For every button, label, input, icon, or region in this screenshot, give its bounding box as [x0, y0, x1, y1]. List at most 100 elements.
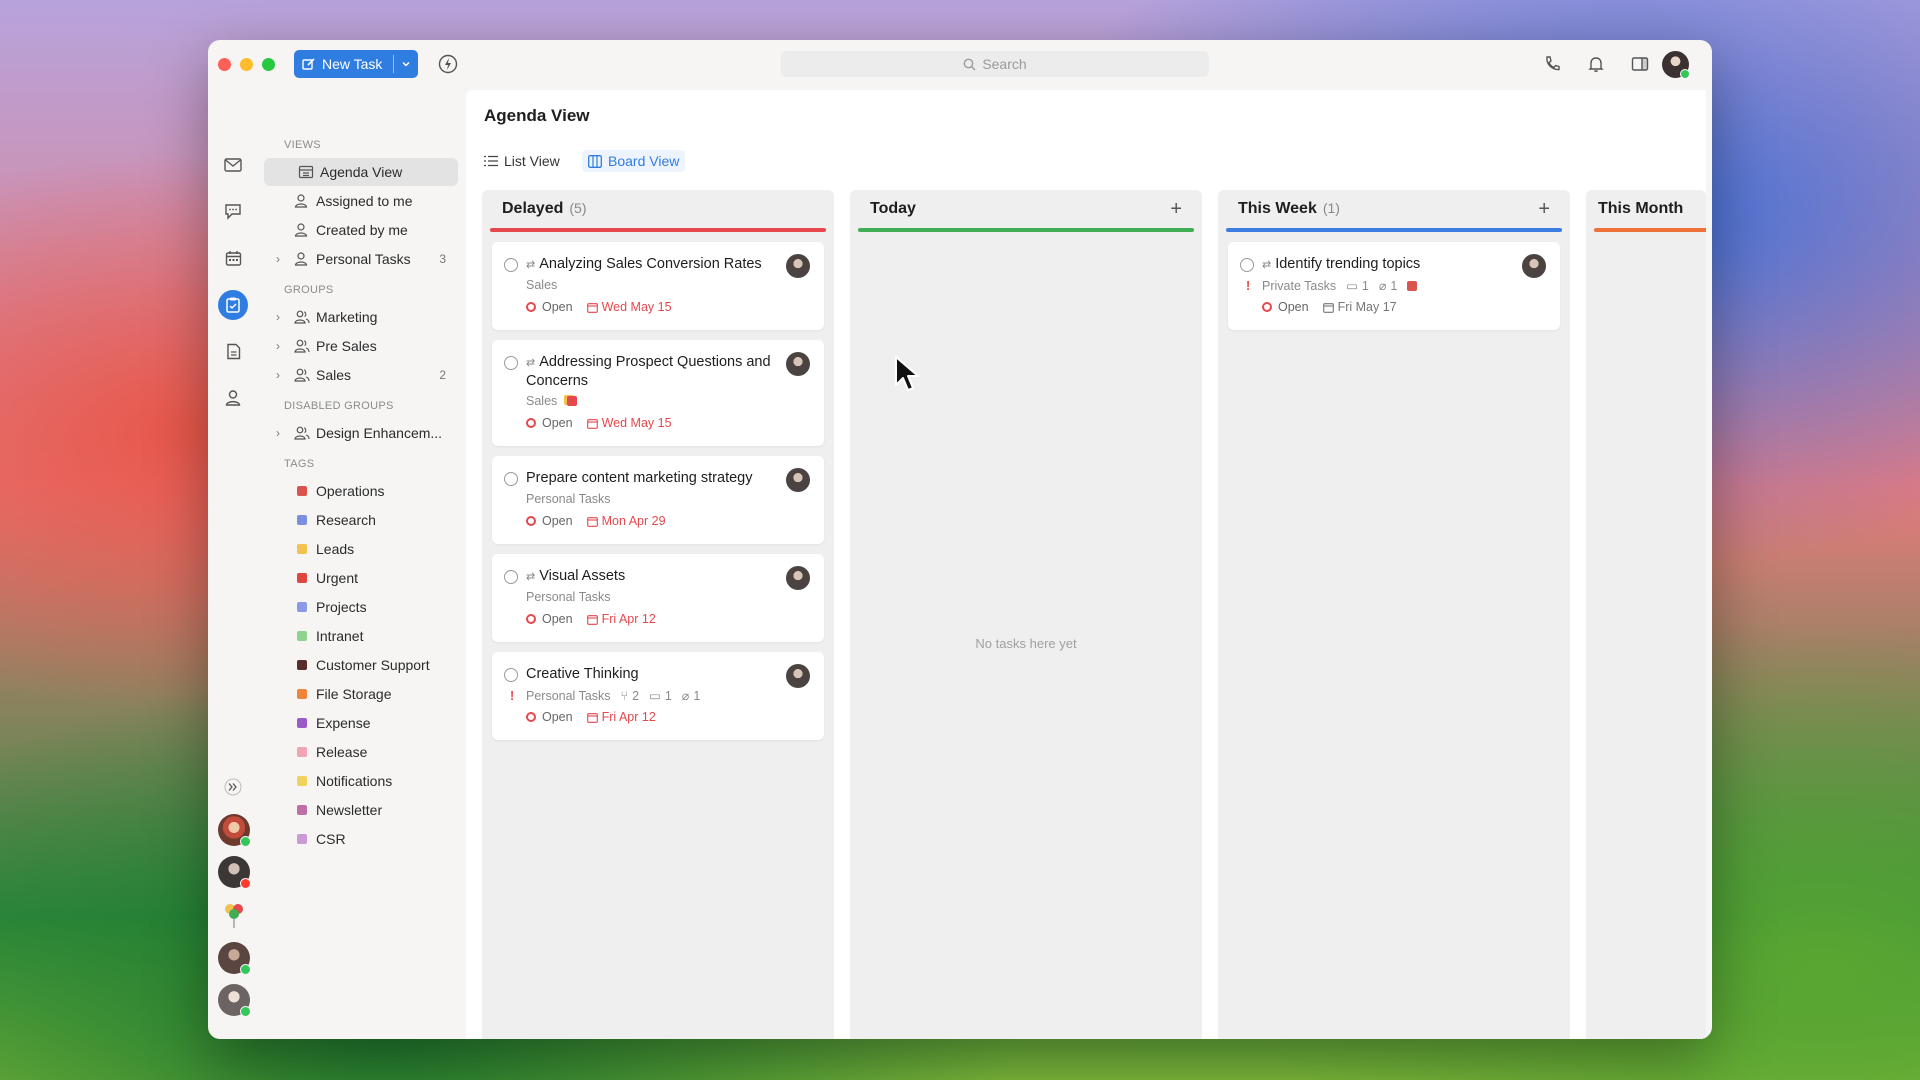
complete-checkbox[interactable] — [504, 472, 518, 486]
complete-checkbox[interactable] — [504, 356, 518, 370]
sidebar-item-tag[interactable]: Expense — [260, 709, 454, 737]
sidebar-item-tag[interactable]: Notifications — [260, 767, 454, 795]
expand-icon[interactable] — [222, 776, 244, 798]
quick-actions-icon[interactable] — [438, 54, 458, 74]
task-card[interactable]: ⇄ Addressing Prospect Questions and Conce… — [492, 340, 824, 446]
contacts-icon[interactable] — [222, 386, 244, 408]
sidebar-item-tag[interactable]: Leads — [260, 535, 454, 563]
tag-label: Notifications — [316, 773, 393, 789]
sidebar-item-personal-tasks[interactable]: › Personal Tasks 3 — [260, 245, 454, 273]
group-avatar[interactable] — [218, 899, 250, 931]
contact-avatar[interactable] — [218, 984, 251, 1017]
phone-icon[interactable] — [1542, 54, 1562, 74]
chevron-right-icon[interactable]: › — [276, 310, 280, 324]
agenda-icon — [298, 165, 314, 179]
sidebar-item-design-enhancements[interactable]: › Design Enhancem... — [260, 419, 454, 447]
due-date[interactable]: Fri May 17 — [1322, 300, 1397, 314]
status-badge[interactable]: Open — [1262, 300, 1309, 314]
add-task-icon[interactable]: + — [1538, 198, 1550, 221]
calendar-icon[interactable] — [222, 247, 244, 269]
sidebar-item-marketing[interactable]: › Marketing — [260, 303, 454, 331]
sidebar-item-tag[interactable]: Urgent — [260, 564, 454, 592]
user-avatar[interactable] — [1662, 51, 1690, 79]
status-badge[interactable]: Open — [526, 612, 573, 626]
title-bar: New Task Search — [208, 40, 1712, 90]
tag-color-swatch — [297, 834, 307, 844]
add-task-icon[interactable]: + — [1170, 198, 1182, 221]
tag-color-swatch — [297, 515, 307, 525]
status-badge[interactable]: Open — [526, 710, 573, 724]
app-rail — [208, 90, 260, 1039]
sidebar-item-tag[interactable]: Customer Support — [260, 651, 454, 679]
task-card[interactable]: ⇄ Identify trending topics ! Private Task… — [1228, 242, 1560, 330]
sidebar-item-agenda-view[interactable]: Agenda View — [264, 158, 458, 186]
open-status-icon — [526, 712, 536, 722]
due-date[interactable]: Fri Apr 12 — [586, 710, 656, 724]
close-window-button[interactable] — [218, 58, 231, 71]
tab-list-view[interactable]: List View — [478, 150, 566, 172]
assignee-avatar[interactable] — [786, 352, 810, 376]
column-count: (5) — [569, 200, 587, 216]
group-icon — [294, 310, 310, 324]
tasks-icon[interactable] — [218, 290, 248, 320]
search-input[interactable]: Search — [781, 51, 1209, 77]
disabled-groups-section-title: DISABLED GROUPS — [284, 400, 394, 412]
assignee-avatar[interactable] — [786, 468, 810, 492]
sidebar-item-tag[interactable]: Intranet — [260, 622, 454, 650]
sidebar-item-pre-sales[interactable]: › Pre Sales — [260, 332, 454, 360]
due-date[interactable]: Wed May 15 — [586, 416, 672, 430]
new-task-dropdown[interactable] — [394, 59, 418, 69]
tab-board-view[interactable]: Board View — [582, 150, 686, 172]
board-icon — [588, 154, 602, 168]
contact-avatar[interactable] — [218, 814, 251, 847]
zoom-window-button[interactable] — [262, 58, 275, 71]
complete-checkbox[interactable] — [504, 668, 518, 682]
assignee-avatar[interactable] — [786, 566, 810, 590]
due-date[interactable]: Mon Apr 29 — [586, 514, 666, 528]
chevron-right-icon[interactable]: › — [276, 426, 280, 440]
task-card[interactable]: Prepare content marketing strategy Perso… — [492, 456, 824, 544]
comments-count: ▭ 1 — [1346, 278, 1369, 294]
status-badge[interactable]: Open — [526, 416, 573, 430]
due-date[interactable]: Wed May 15 — [586, 300, 672, 314]
sidebar-item-tag[interactable]: Release — [260, 738, 454, 766]
minimize-window-button[interactable] — [240, 58, 253, 71]
notes-icon[interactable] — [222, 340, 244, 362]
assignee-avatar[interactable] — [1522, 254, 1546, 278]
assignee-avatar[interactable] — [786, 664, 810, 688]
sidebar-item-sales[interactable]: › Sales 2 — [260, 361, 454, 389]
calendar-icon — [1322, 302, 1334, 313]
status-badge[interactable]: Open — [526, 300, 573, 314]
complete-checkbox[interactable] — [504, 570, 518, 584]
sidebar-item-tag[interactable]: Research — [260, 506, 454, 534]
bell-icon[interactable] — [1586, 54, 1606, 74]
sidebar-item-tag[interactable]: Projects — [260, 593, 454, 621]
contact-avatar[interactable] — [218, 856, 251, 889]
task-card[interactable]: ⇄ Visual Assets Personal Tasks Open Fri A… — [492, 554, 824, 642]
task-card[interactable]: ⇄ Analyzing Sales Conversion Rates Sales … — [492, 242, 824, 330]
contact-avatar[interactable] — [218, 942, 251, 975]
column-divider — [1594, 228, 1706, 232]
sidebar-item-tag[interactable]: Newsletter — [260, 796, 454, 824]
sidebar-toggle-icon[interactable] — [1630, 54, 1650, 74]
chevron-right-icon[interactable]: › — [276, 339, 280, 353]
due-date[interactable]: Fri Apr 12 — [586, 612, 656, 626]
mail-icon[interactable] — [222, 154, 244, 176]
sidebar-item-tag[interactable]: CSR — [260, 825, 454, 853]
new-task-button[interactable]: New Task — [294, 50, 418, 78]
sidebar-item-label: Personal Tasks — [316, 251, 411, 267]
sidebar-item-created-by-me[interactable]: Created by me — [260, 216, 454, 244]
complete-checkbox[interactable] — [504, 258, 518, 272]
empty-state-text: No tasks here yet — [975, 636, 1077, 651]
sidebar-item-assigned-to-me[interactable]: Assigned to me — [260, 187, 454, 215]
chevron-right-icon[interactable]: › — [276, 368, 280, 382]
status-badge[interactable]: Open — [526, 514, 573, 528]
chevron-right-icon[interactable]: › — [276, 252, 280, 266]
open-status-icon — [526, 302, 536, 312]
task-card[interactable]: Creative Thinking ! Personal Tasks ⑂ 2 ▭ 1… — [492, 652, 824, 740]
sidebar-item-tag[interactable]: Operations — [260, 477, 454, 505]
chat-icon[interactable] — [222, 200, 244, 222]
sidebar-item-tag[interactable]: File Storage — [260, 680, 454, 708]
assignee-avatar[interactable] — [786, 254, 810, 278]
complete-checkbox[interactable] — [1240, 258, 1254, 272]
